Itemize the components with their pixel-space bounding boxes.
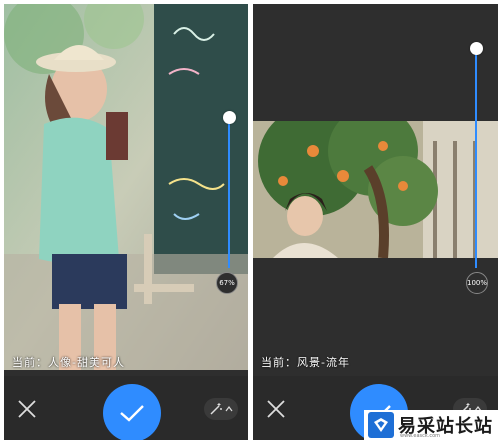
left-editor-screen: 67% 当前：人像-甜美可人 [4,4,248,440]
cancel-button[interactable] [265,398,287,420]
current-filter-label: 当前：风景-流年 [261,356,350,369]
auto-enhance-button[interactable] [204,398,238,420]
current-filter-label: 当前：人像-甜美可人 [12,356,125,369]
intensity-slider-track[interactable] [475,48,477,268]
intensity-slider-track[interactable] [228,117,230,268]
shield-logo-icon [374,418,388,432]
intensity-value-badge: 67% [216,272,238,294]
right-editor-screen: 100% 当前：风景-流年 [253,4,498,440]
watermark-url: www.easck.com [400,433,441,439]
intensity-value-badge: 100% [466,272,488,294]
intensity-value: 100% [467,279,488,287]
magic-wand-icon [210,403,222,415]
check-icon [120,405,144,422]
bottom-toolbar [4,376,248,440]
intensity-value: 67% [219,279,235,287]
close-icon [18,400,36,418]
girl-in-straw-hat-photo [4,4,248,370]
site-logo-icon [368,412,394,438]
site-watermark: 易采站长站 www.easck.com [364,410,498,440]
intensity-slider-handle[interactable] [469,41,483,55]
photo-preview [4,4,248,370]
chevron-up-icon [225,406,233,412]
photo-preview [253,121,498,258]
cancel-button[interactable] [16,398,38,420]
close-icon [267,400,285,418]
confirm-button[interactable] [103,384,161,440]
boy-under-orange-tree-photo [253,121,498,258]
intensity-slider-handle[interactable] [222,111,236,125]
